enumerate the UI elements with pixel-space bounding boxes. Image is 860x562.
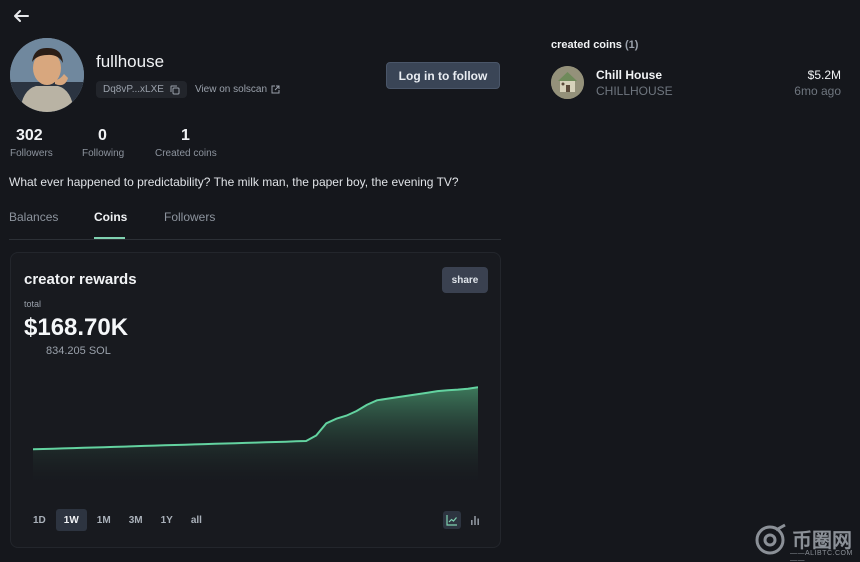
stat-label: Following xyxy=(82,148,125,159)
stat-followers[interactable]: 302 Followers xyxy=(10,127,53,159)
stat-following[interactable]: 0 Following xyxy=(82,127,124,159)
range-3m-button[interactable]: 3M xyxy=(121,509,151,531)
created-coins-count: (1) xyxy=(624,39,639,51)
created-coins-header: created coins (1) xyxy=(551,39,638,51)
stat-value: 1 xyxy=(181,127,190,144)
total-label: total xyxy=(24,299,42,309)
back-button[interactable] xyxy=(10,6,32,26)
coin-icon xyxy=(551,66,584,99)
range-1d-button[interactable]: 1D xyxy=(25,509,54,531)
watermark: 币圈网 ——ALIBTC.COM—— xyxy=(752,522,858,562)
stat-created-coins[interactable]: 1 Created coins xyxy=(155,127,217,159)
tab-followers[interactable]: Followers xyxy=(164,210,215,224)
creator-rewards-card: creator rewards share total $168.70K 834… xyxy=(10,252,501,548)
rewards-area-chart xyxy=(33,386,478,483)
coin-list-item[interactable]: Chill House CHILLHOUSE $5.2M 6mo ago xyxy=(551,66,841,100)
rewards-title: creator rewards xyxy=(24,271,137,288)
log-in-to-follow-button[interactable]: Log in to follow xyxy=(386,62,500,89)
external-link-icon xyxy=(271,85,280,94)
wallet-address: Dq8vP...xLXE xyxy=(103,84,164,95)
watermark-logo-icon xyxy=(755,523,786,555)
range-1m-button[interactable]: 1M xyxy=(89,509,119,531)
range-1w-button[interactable]: 1W xyxy=(55,509,87,531)
stat-value: 0 xyxy=(98,127,107,144)
active-tab-indicator xyxy=(94,237,125,239)
coin-market-cap: $5.2M xyxy=(807,68,841,82)
solscan-label: View on solscan xyxy=(194,84,268,95)
coin-age: 6mo ago xyxy=(794,84,841,98)
address-row: Dq8vP...xLXE View on solscan xyxy=(96,81,280,98)
profile-username: fullhouse xyxy=(96,52,165,71)
time-range-selector: 1D 1W 1M 3M 1Y all xyxy=(25,509,210,531)
total-sol-value: 834.205 SOL xyxy=(46,345,111,357)
copy-icon xyxy=(170,85,180,94)
stat-value: 302 xyxy=(16,127,43,144)
view-on-solscan-link[interactable]: View on solscan xyxy=(195,84,280,95)
avatar xyxy=(10,38,84,112)
watermark-text: 币圈网 xyxy=(792,528,852,552)
watermark-subtext: ——ALIBTC.COM—— xyxy=(790,550,853,562)
line-chart-icon xyxy=(446,515,457,526)
tab-balances[interactable]: Balances xyxy=(9,210,58,224)
stat-label: Followers xyxy=(10,148,53,159)
chart-area-fill xyxy=(33,387,478,483)
arrow-left-icon xyxy=(14,10,29,22)
address-copy-button[interactable]: Dq8vP...xLXE xyxy=(96,81,187,98)
tab-coins[interactable]: Coins xyxy=(94,210,127,224)
profile-bio: What ever happened to predictability? Th… xyxy=(9,175,459,189)
bar-chart-icon xyxy=(471,516,479,525)
total-usd-value: $168.70K xyxy=(24,314,129,341)
range-all-button[interactable]: all xyxy=(183,509,210,531)
range-1y-button[interactable]: 1Y xyxy=(153,509,181,531)
bar-chart-view-button[interactable] xyxy=(466,511,484,529)
created-coins-title: created coins xyxy=(551,39,622,51)
stat-label: Created coins xyxy=(155,148,217,159)
coin-ticker: CHILLHOUSE xyxy=(596,84,673,98)
coin-name: Chill House xyxy=(596,68,663,82)
share-button[interactable]: share xyxy=(442,267,488,293)
line-chart-view-button[interactable] xyxy=(443,511,461,529)
profile-tabs: Balances Coins Followers xyxy=(9,208,501,240)
